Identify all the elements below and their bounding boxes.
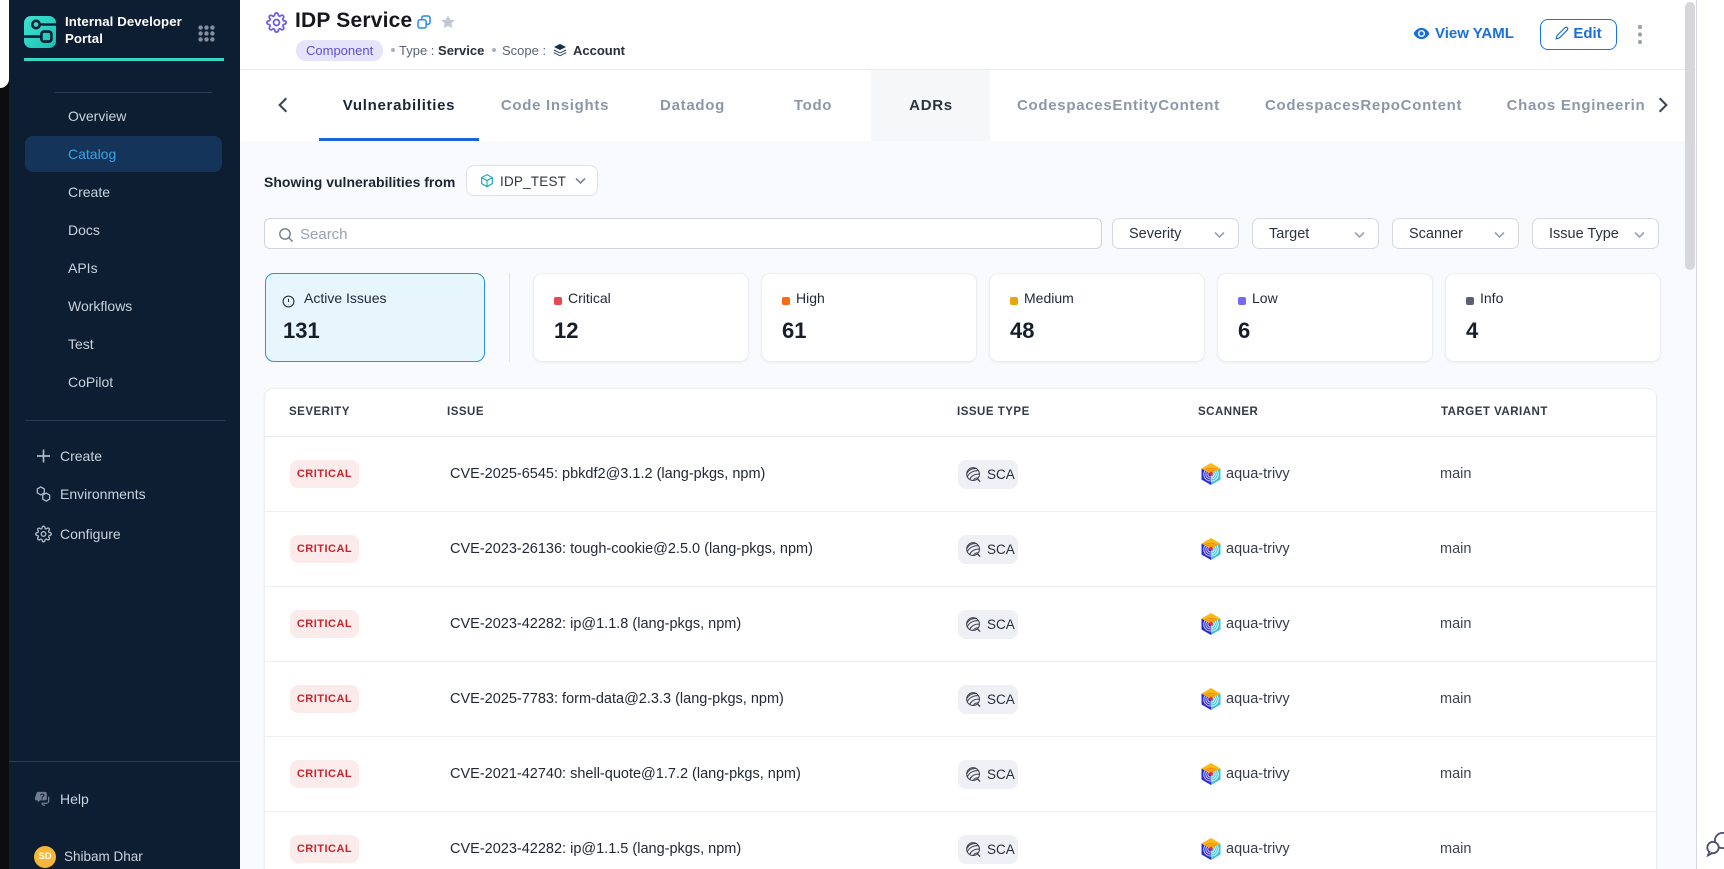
svg-text:?: ? — [40, 792, 45, 802]
